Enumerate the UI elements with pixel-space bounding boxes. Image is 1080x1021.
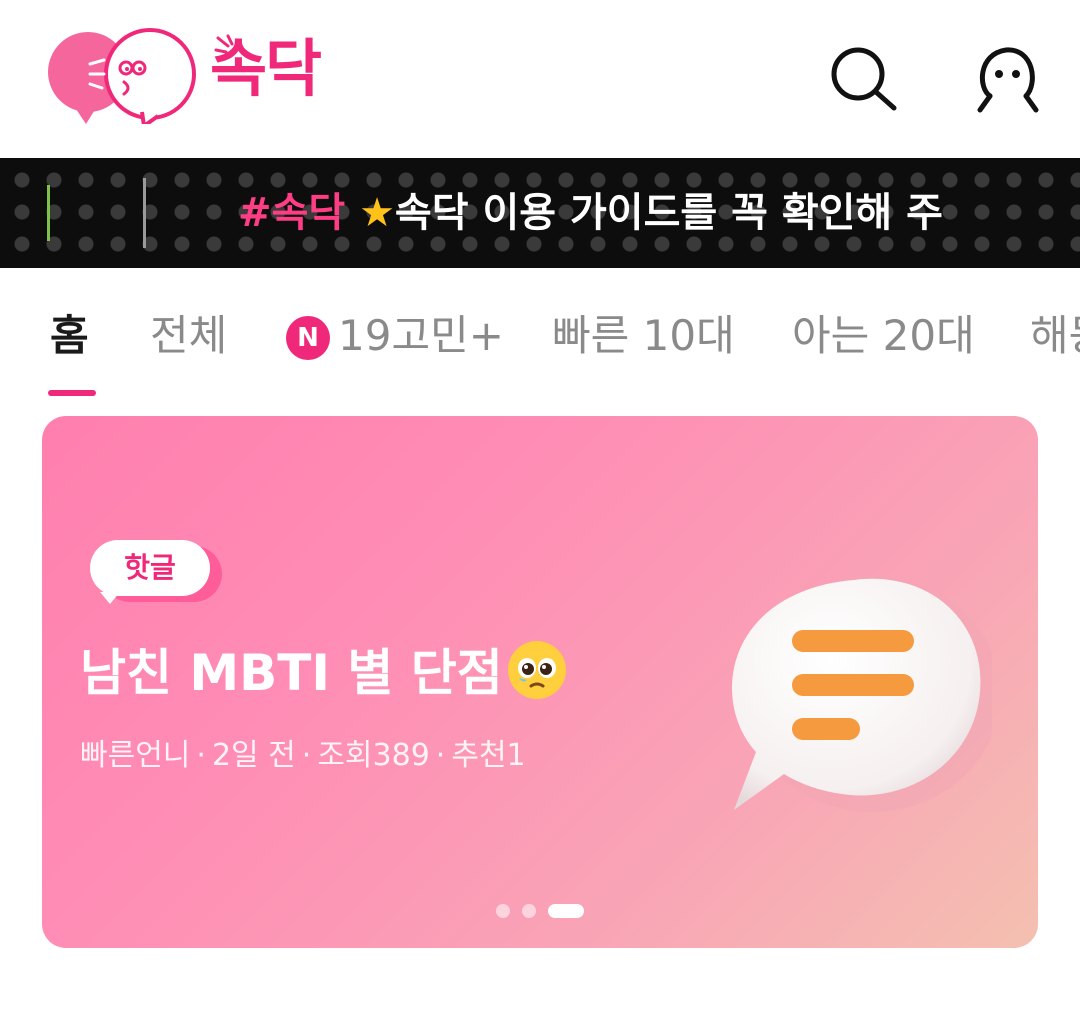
category-tabs: 홈 전체 N19고민+ 빠른 10대 아는 20대 해몽 xyxy=(0,290,1080,402)
meta-separator: · xyxy=(196,738,206,773)
pagination-dot-active[interactable] xyxy=(548,904,584,918)
badge-tail xyxy=(100,592,120,604)
logo-bubbles-icon xyxy=(48,28,196,128)
banner-meta: 빠른언니 · 2일 전 · 조회389 · 추천1 xyxy=(80,736,526,776)
ticker-message: 속닥 이용 가이드를 꼭 확인해 주 xyxy=(394,190,943,236)
tab-knowing-20s[interactable]: 아는 20대 xyxy=(792,308,975,364)
pagination-dot[interactable] xyxy=(496,904,510,918)
banner-title: 남친 MBTI 별 단점 xyxy=(80,638,569,706)
banner-title-text: 남친 MBTI 별 단점 xyxy=(80,644,503,702)
ticker-divider xyxy=(143,178,146,248)
tab-label: 19고민+ xyxy=(338,311,504,360)
hot-badge: 핫글 xyxy=(90,540,210,596)
ticker-hashtag: #속닥 xyxy=(238,190,346,236)
active-tab-indicator xyxy=(48,390,96,396)
hot-badge-label: 핫글 xyxy=(124,551,176,584)
meta-separator: · xyxy=(301,738,312,773)
new-badge: N xyxy=(286,316,330,360)
post-author: 빠른언니 xyxy=(80,738,191,773)
tab-dream[interactable]: 해몽 xyxy=(1030,308,1080,364)
meta-separator: · xyxy=(435,738,446,773)
ticker-divider xyxy=(47,185,50,241)
speech-bubble-icon xyxy=(732,576,992,812)
tab-19-worries[interactable]: N 19고민+ xyxy=(286,308,504,364)
tab-fast-10s[interactable]: 빠른 10대 xyxy=(552,308,735,364)
search-icon xyxy=(831,47,897,111)
app-header: 속닥 xyxy=(0,0,1080,158)
pleading-face-emoji-icon xyxy=(507,641,566,699)
profile-icon xyxy=(977,47,1039,113)
profile-button[interactable] xyxy=(972,40,1044,114)
search-button[interactable] xyxy=(828,44,900,114)
hot-post-banner[interactable]: 핫글 남친 MBTI 별 단점 빠른언니 · 2일 전 · 조회389 · 추천1 xyxy=(42,416,1038,948)
ticker-text: #속닥 ★속닥 이용 가이드를 꼭 확인해 주 xyxy=(238,188,943,238)
notice-ticker[interactable]: #속닥 ★속닥 이용 가이드를 꼭 확인해 주 xyxy=(0,158,1080,268)
pagination-dot[interactable] xyxy=(522,904,536,918)
post-time: 2일 전 xyxy=(211,738,296,773)
logo-text: 속닥 xyxy=(210,32,322,105)
tab-all[interactable]: 전체 xyxy=(150,308,227,364)
tab-home[interactable]: 홈 xyxy=(50,308,89,364)
post-views: 조회389 xyxy=(317,738,430,773)
star-icon: ★ xyxy=(359,190,395,236)
post-likes: 추천1 xyxy=(451,738,526,773)
